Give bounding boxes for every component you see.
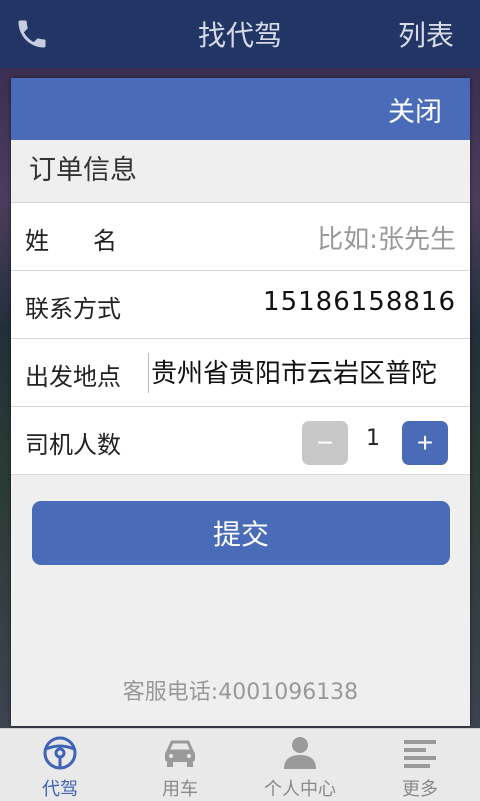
close-button[interactable]: 关闭 [388, 90, 442, 129]
tab-label: 用车 [162, 779, 198, 800]
phone-label: 联系方式 [25, 295, 121, 323]
drivers-row: 司机人数 − 1 + [11, 407, 470, 475]
person-icon [284, 737, 316, 769]
list-button[interactable]: 列表 [398, 14, 454, 54]
phone-input[interactable]: 15186158816 [263, 287, 456, 317]
section-title: 订单信息 [11, 140, 470, 203]
car-icon [165, 740, 195, 767]
name-label: 姓名 [25, 227, 161, 255]
top-bar: 找代驾 列表 [0, 0, 480, 68]
decrement-button[interactable]: − [302, 421, 348, 465]
tab-car[interactable]: 用车 [120, 729, 240, 801]
tab-label: 个人中心 [264, 779, 336, 800]
steering-wheel-icon [43, 736, 77, 770]
tab-profile[interactable]: 个人中心 [240, 729, 360, 801]
drivers-count: 1 [366, 426, 380, 451]
drivers-label: 司机人数 [25, 431, 121, 459]
menu-lines-icon [404, 740, 436, 768]
tab-label: 代驾 [42, 779, 78, 800]
name-input[interactable]: 比如:张先生 [317, 219, 456, 256]
origin-input[interactable]: 贵州省贵阳市云岩区普陀 [148, 353, 470, 393]
submit-button[interactable]: 提交 [32, 501, 450, 565]
name-row: 姓名 比如:张先生 [11, 203, 470, 271]
tab-label: 更多 [402, 779, 438, 800]
origin-label: 出发地点 [25, 363, 121, 391]
phone-row: 联系方式 15186158816 [11, 271, 470, 339]
tab-bar: 代驾 用车 个人中心 更多 [0, 728, 480, 801]
modal-header: 关闭 [11, 78, 470, 140]
origin-row: 出发地点 贵州省贵阳市云岩区普陀 [11, 339, 470, 407]
tab-driver[interactable]: 代驾 [0, 729, 120, 801]
increment-button[interactable]: + [402, 421, 448, 465]
tab-more[interactable]: 更多 [360, 729, 480, 801]
order-modal: 关闭 订单信息 姓名 比如:张先生 联系方式 15186158816 出发地点 … [11, 78, 470, 726]
service-phone[interactable]: 客服电话:4001096138 [11, 674, 470, 706]
